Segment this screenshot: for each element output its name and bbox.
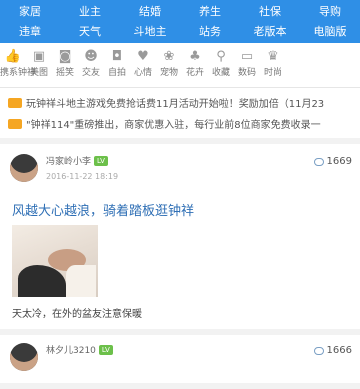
post-header: 林夕儿3210 LV 1666 — [8, 343, 352, 383]
notice-tag-icon — [8, 97, 22, 108]
category-label: 携系钟祥 — [0, 68, 37, 78]
nav-item-site-affairs[interactable]: 站务 — [180, 22, 240, 42]
comment-count-value: 1666 — [326, 345, 352, 356]
author-line: 林夕儿3210 LV — [46, 343, 314, 356]
flower-icon: ♣ — [189, 49, 201, 64]
nav-item-social-security[interactable]: 社保 — [240, 2, 300, 22]
author-line: 冯家岭小李 LV — [46, 154, 314, 167]
post-time: 2016-11-22 18:19 — [46, 172, 119, 181]
top-navigation: 家居 业主 结婚 养生 社保 导购 违章 天气 斗地主 站务 老版本 电脑版 — [0, 0, 360, 43]
thumb-icon: 👍 — [4, 49, 22, 64]
category-label: 时尚 — [263, 68, 282, 78]
category-label: 摇笑 — [55, 68, 74, 78]
category-label: 交友 — [81, 68, 100, 78]
category-item[interactable]: ◙ 摇笑 — [52, 48, 78, 80]
friends-icon: ☻ — [84, 49, 98, 64]
category-item[interactable]: ☻ 交友 — [78, 48, 104, 80]
notice-text: 玩钟祥斗地主游戏免费抢话费11月活动开始啦！奖励加倍（11月23 — [26, 99, 325, 110]
category-item[interactable]: ♣ 花卉 — [182, 48, 208, 80]
nav-row-2: 违章 天气 斗地主 站务 老版本 电脑版 — [0, 22, 360, 42]
nav-row-1: 家居 业主 结婚 养生 社保 导购 — [0, 2, 360, 22]
nav-item-shopping-guide[interactable]: 导购 — [300, 2, 360, 22]
category-item[interactable]: ▭ 数码 — [234, 48, 260, 80]
author-name[interactable]: 林夕儿3210 — [46, 346, 96, 356]
category-label: 自拍 — [107, 68, 126, 78]
comment-count[interactable]: 1669 — [313, 156, 352, 167]
avatar[interactable] — [10, 154, 38, 182]
selfie-icon: ◘ — [111, 49, 123, 64]
pet-icon: ❀ — [163, 49, 175, 64]
nav-item-old-version[interactable]: 老版本 — [240, 22, 300, 42]
image-icon: ▣ — [32, 49, 46, 64]
fashion-icon: ♛ — [267, 49, 279, 64]
nav-item-wedding[interactable]: 结婚 — [120, 2, 180, 22]
post-header: 冯家岭小李 LV 2016-11-22 18:19 1669 — [8, 154, 352, 194]
comment-count-value: 1669 — [326, 156, 352, 167]
heart-icon: ♥ — [137, 49, 149, 64]
post-card[interactable]: 冯家岭小李 LV 2016-11-22 18:19 1669 风越大心越浪，骑着踏… — [0, 144, 360, 335]
notice-item[interactable]: "钟祥114"重磅推出，商家优惠入驻，每行业前8位商家免费收录一 — [8, 113, 352, 134]
category-item[interactable]: ⚲ 收藏 — [208, 48, 234, 80]
category-item[interactable]: 👍 携系钟祥 — [0, 48, 37, 80]
avatar[interactable] — [10, 343, 38, 371]
post-title[interactable]: 风越大心越浪，骑着踏板逛钟祥 — [12, 200, 352, 219]
category-item[interactable]: ▣ 美图 — [26, 48, 52, 80]
category-label: 花卉 — [185, 68, 204, 78]
post-meta: 林夕儿3210 LV — [46, 343, 314, 356]
category-label: 收藏 — [211, 68, 230, 78]
nav-item-violation[interactable]: 违章 — [0, 22, 60, 42]
post-caption: 天太冷，在外的盆友注意保暖 — [12, 309, 142, 320]
category-label: 数码 — [237, 68, 256, 78]
category-item[interactable]: ♥ 心情 — [130, 48, 156, 80]
post-image[interactable] — [12, 225, 98, 297]
search-icon: ⚲ — [216, 49, 226, 64]
digital-icon: ▭ — [240, 49, 254, 64]
category-item[interactable]: ◘ 自拍 — [104, 48, 130, 80]
category-icon-bar[interactable]: 👍 携系钟祥 ▣ 美图 ◙ 摇笑 ☻ 交友 ◘ 自拍 ♥ 心情 ❀ 宠物 ♣ 花卉 ⚲ 收藏 ▭ 数码 ♛ 时尚 — [0, 43, 360, 88]
notice-text: "钟祥114"重磅推出，商家优惠入驻，每行业前8位商家免费收录一 — [26, 120, 321, 131]
author-name[interactable]: 冯家岭小李 — [46, 157, 91, 167]
nav-item-owner[interactable]: 业主 — [60, 2, 120, 22]
category-label: 心情 — [133, 68, 152, 78]
notice-tag-icon — [8, 118, 22, 129]
notice-item[interactable]: 玩钟祥斗地主游戏免费抢话费11月活动开始啦！奖励加倍（11月23 — [8, 92, 352, 113]
category-item[interactable]: ❀ 宠物 — [156, 48, 182, 80]
level-badge: LV — [94, 156, 108, 166]
nav-item-desktop-version[interactable]: 电脑版 — [300, 22, 360, 42]
nav-item-health[interactable]: 养生 — [180, 2, 240, 22]
notice-list: 玩钟祥斗地主游戏免费抢话费11月活动开始啦！奖励加倍（11月23 "钟祥114"… — [0, 88, 360, 144]
category-label: 美图 — [29, 68, 48, 78]
level-badge: LV — [98, 345, 113, 355]
category-item[interactable]: ♛ 时尚 — [260, 48, 286, 80]
image-sleeve-shape — [66, 265, 96, 297]
post-card[interactable]: 林夕儿3210 LV 1666 — [0, 335, 360, 389]
comment-bubble-icon — [313, 157, 324, 166]
nav-item-weather[interactable]: 天气 — [60, 22, 120, 42]
nav-item-landlord-game[interactable]: 斗地主 — [120, 22, 180, 42]
category-label: 宠物 — [159, 68, 178, 78]
nav-item-home[interactable]: 家居 — [0, 2, 60, 22]
comment-count[interactable]: 1666 — [313, 345, 352, 356]
comment-bubble-icon — [313, 346, 324, 355]
post-meta: 冯家岭小李 LV 2016-11-22 18:19 — [46, 154, 314, 181]
camera-icon: ◙ — [58, 49, 72, 64]
